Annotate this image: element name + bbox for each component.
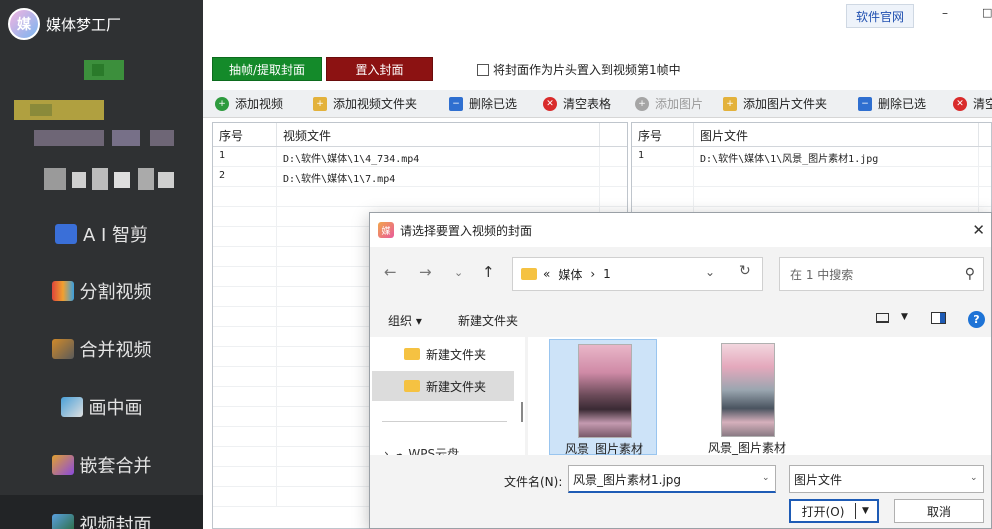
delete-selected-image-button[interactable]: − 删除已选 [858,95,926,112]
add-video-button[interactable]: + 添加视频 [215,95,283,112]
nav-split-video[interactable]: 分割视频 [0,262,203,320]
open-dropdown-icon[interactable]: ▼ [862,506,869,516]
divider [382,421,507,422]
empty-row [632,167,991,187]
file-item-selected[interactable]: 风景_图片素材 [549,339,657,456]
preview-pane-icon[interactable] [931,312,946,324]
cover-as-intro-checkbox[interactable] [477,63,489,76]
nav-video-cover[interactable]: 视频封面 [0,495,203,529]
add-image-folder-button[interactable]: + 添加图片文件夹 [723,95,827,112]
add-circle-icon: + [215,96,229,111]
search-input[interactable]: 在 1 中搜索 ⚲ [779,257,984,291]
video-cover-icon [51,514,74,529]
navigation-pane: 新建文件夹 新建文件夹 › ☁ WPS云盘 [370,337,525,461]
empty-row [632,187,991,207]
folder-add-icon: + [313,96,327,111]
help-icon[interactable]: ? [968,311,985,328]
refresh-icon[interactable]: ↻ [739,263,751,279]
forward-arrow-icon[interactable]: → [419,263,432,281]
insert-cover-button[interactable]: 置入封面 [326,57,433,81]
filename-input[interactable]: 风景_图片素材1.jpg [568,465,776,493]
dialog-titlebar: 媒 请选择要置入视频的封面 [370,213,991,247]
table-row[interactable]: 2 D:\软件\媒体\1\7.mp4 [213,167,627,187]
nav-merge-video[interactable]: 合并视频 [0,320,203,378]
merge-video-icon [51,339,74,359]
close-icon[interactable]: ✕ [972,221,985,239]
file-list: 风景_图片素材 风景_图片素材 [528,337,991,456]
history-dropdown-icon[interactable]: ⌄ [454,266,463,279]
table-row[interactable]: 1 D:\软件\媒体\1\风景_图片素材1.jpg [632,147,991,167]
empty-row [213,187,627,207]
address-dropdown-icon[interactable]: ⌄ [705,265,715,279]
cover-as-intro-option[interactable]: 将封面作为片头置入到视频第1帧中 [477,61,681,78]
filetype-select[interactable]: 图片文件 [789,465,984,493]
add-video-folder-button[interactable]: + 添加视频文件夹 [313,95,417,112]
dialog-footer: 文件名(N): 风景_图片素材1.jpg ⌄ 图片文件 ⌄ 打开(O) ▼ 取消 [370,455,991,528]
nav-nested-merge[interactable]: 嵌套合并 [0,436,203,494]
maximize-icon[interactable]: □ [982,6,992,19]
delete-selected-icon: − [858,96,872,111]
column-header-index[interactable]: 序号 [632,123,695,146]
scrollbar[interactable] [521,402,523,422]
cover-as-intro-label: 将封面作为片头置入到视频第1帧中 [493,63,681,77]
split-video-icon [51,281,74,301]
open-button[interactable]: 打开(O) ▼ [789,499,879,523]
app-logo: 媒 [8,8,40,40]
nav-picture-in-picture[interactable]: 画中画 [0,378,203,436]
view-mode-icon[interactable] [876,313,889,323]
toolbar: + 添加视频 + 添加视频文件夹 − 删除已选 ✕ 清空表格 + 添加图片 + … [203,90,992,118]
app-title: 媒体梦工厂 [46,16,122,34]
cancel-button[interactable]: 取消 [894,499,984,523]
extract-cover-button[interactable]: 抽帧/提取封面 [212,57,322,81]
command-bar: 组织 ▾ 新建文件夹 ▼ ? [370,305,991,337]
nav-folder-item[interactable]: 新建文件夹 [372,339,514,369]
website-button[interactable]: 软件官网 [846,4,914,28]
video-table-header: 序号 视频文件 [213,123,627,147]
add-circle-icon: + [635,96,649,111]
up-arrow-icon[interactable]: ↑ [482,263,495,281]
ai-cut-icon [54,224,77,244]
image-table-header: 序号 图片文件 [632,123,991,147]
search-icon: ⚲ [964,266,975,282]
filename-label: 文件名(N): [504,475,563,489]
organize-menu[interactable]: 组织 ▾ [388,312,422,329]
clear-image-table-button[interactable]: ✕ 清空 [953,95,992,112]
image-thumbnail [721,343,775,437]
address-row: ← → ⌄ ↑ « 媒体 › 1 ⌄ ↻ 在 1 中搜索 ⚲ [370,253,991,293]
filetype-dropdown-icon[interactable]: ⌄ [970,473,978,483]
picture-in-picture-icon [60,397,83,417]
image-thumbnail [578,344,632,438]
clear-video-table-button[interactable]: ✕ 清空表格 [543,95,611,112]
add-image-button[interactable]: + 添加图片 [635,95,703,112]
column-header-video-file[interactable]: 视频文件 [277,123,600,146]
clear-icon: ✕ [953,96,967,111]
nav-folder-item-selected[interactable]: 新建文件夹 [372,371,514,401]
filename-dropdown-icon[interactable]: ⌄ [762,473,770,483]
clear-icon: ✕ [543,96,557,111]
breadcrumb-1[interactable]: 1 [603,267,611,281]
table-row[interactable]: 1 D:\软件\媒体\1\4_734.mp4 [213,147,627,167]
folder-icon [404,380,420,392]
dialog-title: 请选择要置入视频的封面 [400,223,533,238]
folder-icon [404,348,420,360]
folder-add-icon: + [723,96,737,111]
open-file-dialog: 媒 请选择要置入视频的封面 ✕ ← → ⌄ ↑ « 媒体 › 1 ⌄ ↻ 在 1… [369,212,992,529]
minimize-icon[interactable]: – [942,6,948,20]
dialog-app-icon: 媒 [378,222,394,238]
delete-selected-video-button[interactable]: − 删除已选 [449,95,517,112]
column-header-index[interactable]: 序号 [213,123,277,146]
column-header-image-file[interactable]: 图片文件 [694,123,979,146]
back-arrow-icon[interactable]: ← [384,263,397,281]
nested-merge-icon [51,455,74,475]
folder-icon [521,268,537,280]
breadcrumb-media[interactable]: 媒体 [558,266,582,283]
sidebar: 媒 媒体梦工厂 A I 智剪 分割视频 合并视频 画中画 嵌套合并 视频封面 [0,0,203,529]
file-item[interactable]: 风景_图片素材 [693,339,801,455]
delete-selected-icon: − [449,96,463,111]
nav-ai-cut[interactable]: A I 智剪 [0,205,203,263]
address-bar[interactable]: « 媒体 › 1 [512,257,763,291]
view-dropdown-icon[interactable]: ▼ [901,312,908,322]
new-folder-button[interactable]: 新建文件夹 [458,312,518,329]
